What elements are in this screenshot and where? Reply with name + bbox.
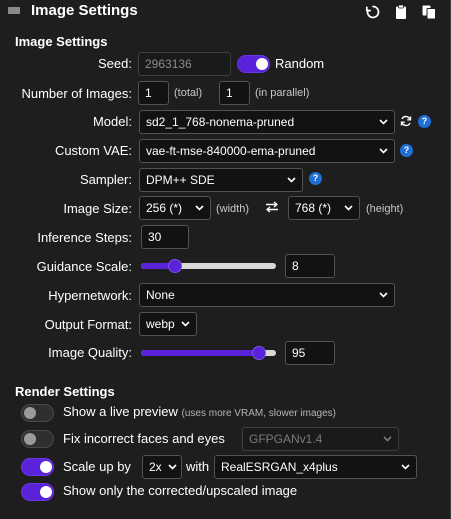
chevron-down-icon — [401, 464, 410, 470]
vae-select[interactable]: vae-ft-mse-840000-ema-pruned — [139, 139, 395, 163]
sampler-select[interactable]: DPM++ SDE — [139, 168, 303, 192]
model-value: sd2_1_768-nonema-pruned — [146, 115, 295, 129]
width-value: 256 (*) — [146, 201, 183, 215]
total-note: (total) — [174, 87, 203, 99]
seed-label: Seed: — [98, 56, 132, 71]
hypernetwork-value: None — [146, 288, 175, 302]
guidance-slider[interactable] — [141, 259, 276, 273]
chevron-down-icon — [181, 321, 190, 327]
chevron-down-icon — [195, 205, 204, 211]
sampler-value: DPM++ SDE — [146, 173, 215, 187]
show-corrected-label: Show only the corrected/upscaled image — [63, 483, 298, 498]
clipboard-icon[interactable] — [393, 4, 409, 20]
upscale-model-select[interactable]: RealESRGAN_x4plus — [214, 455, 417, 479]
upscale-factor-select[interactable]: 2x — [142, 455, 182, 479]
model-help-icon[interactable]: ? — [418, 115, 431, 128]
quality-label: Image Quality: — [48, 345, 132, 360]
seed-input[interactable]: 2963136 — [138, 52, 231, 76]
image-settings-panel: Image Settings Image Settings Seed: 2963… — [0, 0, 451, 519]
reset-icon[interactable] — [365, 4, 381, 20]
vae-help-icon[interactable]: ? — [400, 144, 413, 157]
output-format-select[interactable]: webp — [139, 312, 197, 336]
steps-input[interactable]: 30 — [141, 225, 189, 249]
fix-faces-label: Fix incorrect faces and eyes — [63, 431, 225, 446]
collapse-icon[interactable] — [8, 7, 20, 14]
live-preview-text: Show a live preview — [63, 404, 178, 419]
upscale-model-value: RealESRGAN_x4plus — [221, 460, 338, 474]
live-preview-note: (uses more VRAM, slower images) — [181, 408, 336, 419]
output-format-label: Output Format: — [44, 317, 132, 332]
steps-label: Inference Steps: — [37, 230, 132, 245]
panel-header[interactable]: Image Settings — [0, 0, 451, 24]
random-seed-label: Random — [275, 56, 325, 71]
sampler-help-icon[interactable]: ? — [309, 172, 322, 185]
upscale-label: Scale up by — [63, 459, 131, 474]
chevron-down-icon — [168, 464, 177, 470]
quality-input[interactable]: 95 — [285, 341, 335, 365]
refresh-models-icon[interactable] — [400, 115, 412, 127]
height-value: 768 (*) — [295, 201, 332, 215]
chevron-down-icon — [379, 292, 388, 298]
chevron-down-icon — [344, 205, 353, 211]
chevron-down-icon — [287, 177, 296, 183]
num-images-parallel-input[interactable]: 1 — [219, 81, 250, 105]
quality-slider-thumb[interactable] — [252, 346, 266, 360]
model-label: Model: — [92, 114, 132, 129]
width-select[interactable]: 256 (*) — [139, 196, 211, 220]
swap-size-icon[interactable] — [265, 201, 279, 213]
output-format-value: webp — [146, 317, 175, 331]
chevron-down-icon — [379, 148, 388, 154]
random-seed-toggle[interactable] — [237, 55, 270, 73]
hypernetwork-label: Hypernetwork: — [48, 288, 132, 303]
vae-label: Custom VAE: — [54, 143, 132, 158]
chevron-down-icon — [383, 436, 392, 442]
panel-title: Image Settings — [31, 2, 138, 19]
render-settings-heading: Render Settings — [15, 384, 115, 399]
image-settings-heading: Image Settings — [15, 34, 108, 49]
upscale-factor-value: 2x — [149, 460, 162, 474]
parallel-note: (in parallel) — [255, 87, 310, 99]
copy-icon[interactable] — [421, 4, 437, 20]
live-preview-toggle[interactable] — [21, 404, 54, 422]
show-corrected-toggle[interactable] — [21, 483, 54, 501]
upscale-with-label: with — [186, 459, 210, 474]
vae-value: vae-ft-mse-840000-ema-pruned — [146, 144, 316, 158]
guidance-label: Guidance Scale: — [36, 259, 132, 274]
fix-faces-toggle[interactable] — [21, 430, 54, 448]
guidance-input[interactable]: 8 — [285, 254, 335, 278]
image-size-label: Image Size: — [63, 201, 132, 216]
height-select[interactable]: 768 (*) — [288, 196, 360, 220]
quality-slider-fill — [141, 350, 259, 356]
width-note: (width) — [216, 203, 250, 215]
chevron-down-icon — [379, 119, 388, 125]
quality-slider[interactable] — [141, 346, 276, 360]
num-images-total-input[interactable]: 1 — [138, 81, 169, 105]
face-model-select[interactable]: GFPGANv1.4 — [242, 427, 399, 451]
num-images-label: Number of Images: — [21, 86, 132, 101]
height-note: (height) — [366, 203, 404, 215]
face-model-value: GFPGANv1.4 — [249, 432, 323, 446]
upscale-toggle[interactable] — [21, 458, 54, 476]
guidance-slider-thumb[interactable] — [168, 259, 182, 273]
model-select[interactable]: sd2_1_768-nonema-pruned — [139, 110, 395, 134]
live-preview-label: Show a live preview (uses more VRAM, slo… — [63, 404, 336, 419]
hypernetwork-select[interactable]: None — [139, 283, 395, 307]
sampler-label: Sampler: — [79, 172, 132, 187]
